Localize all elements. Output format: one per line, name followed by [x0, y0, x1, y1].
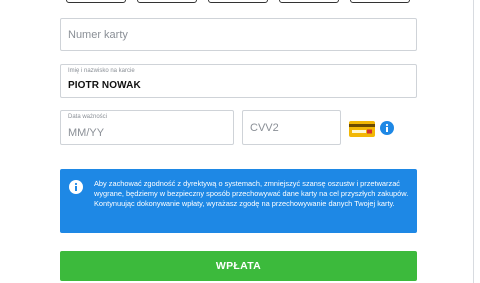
card-storage-notice: Aby zachować zgodność z dyrektywą o syst…: [60, 169, 417, 233]
cvv-card-icon: [349, 121, 375, 137]
cardholder-name-label: Imię i nazwisko na karcie: [68, 68, 135, 74]
notice-info-icon: [69, 180, 83, 194]
expiry-date-field[interactable]: Data ważności MM/YY: [60, 110, 234, 145]
cardholder-name-value: PIOTR NOWAK: [68, 80, 141, 91]
notice-text: Aby zachować zgodność z dyrektywą o syst…: [94, 179, 409, 208]
top-option-3[interactable]: [208, 0, 268, 3]
expiry-date-label: Data ważności: [68, 114, 108, 120]
deposit-button[interactable]: WPŁATA: [60, 251, 417, 281]
top-option-5[interactable]: [350, 0, 410, 3]
top-option-1[interactable]: [66, 0, 126, 3]
info-icon[interactable]: [380, 121, 394, 135]
top-option-4[interactable]: [279, 0, 339, 3]
page-edge-divider: [473, 0, 474, 283]
expiry-date-placeholder: MM/YY: [68, 127, 105, 139]
card-number-field[interactable]: Numer karty: [60, 18, 417, 51]
top-option-2[interactable]: [137, 0, 197, 3]
cvv-field[interactable]: CVV2: [242, 110, 341, 145]
cvv-placeholder: CVV2: [250, 122, 279, 134]
card-number-placeholder: Numer karty: [68, 29, 128, 41]
cardholder-name-field[interactable]: Imię i nazwisko na karcie PIOTR NOWAK: [60, 64, 417, 98]
